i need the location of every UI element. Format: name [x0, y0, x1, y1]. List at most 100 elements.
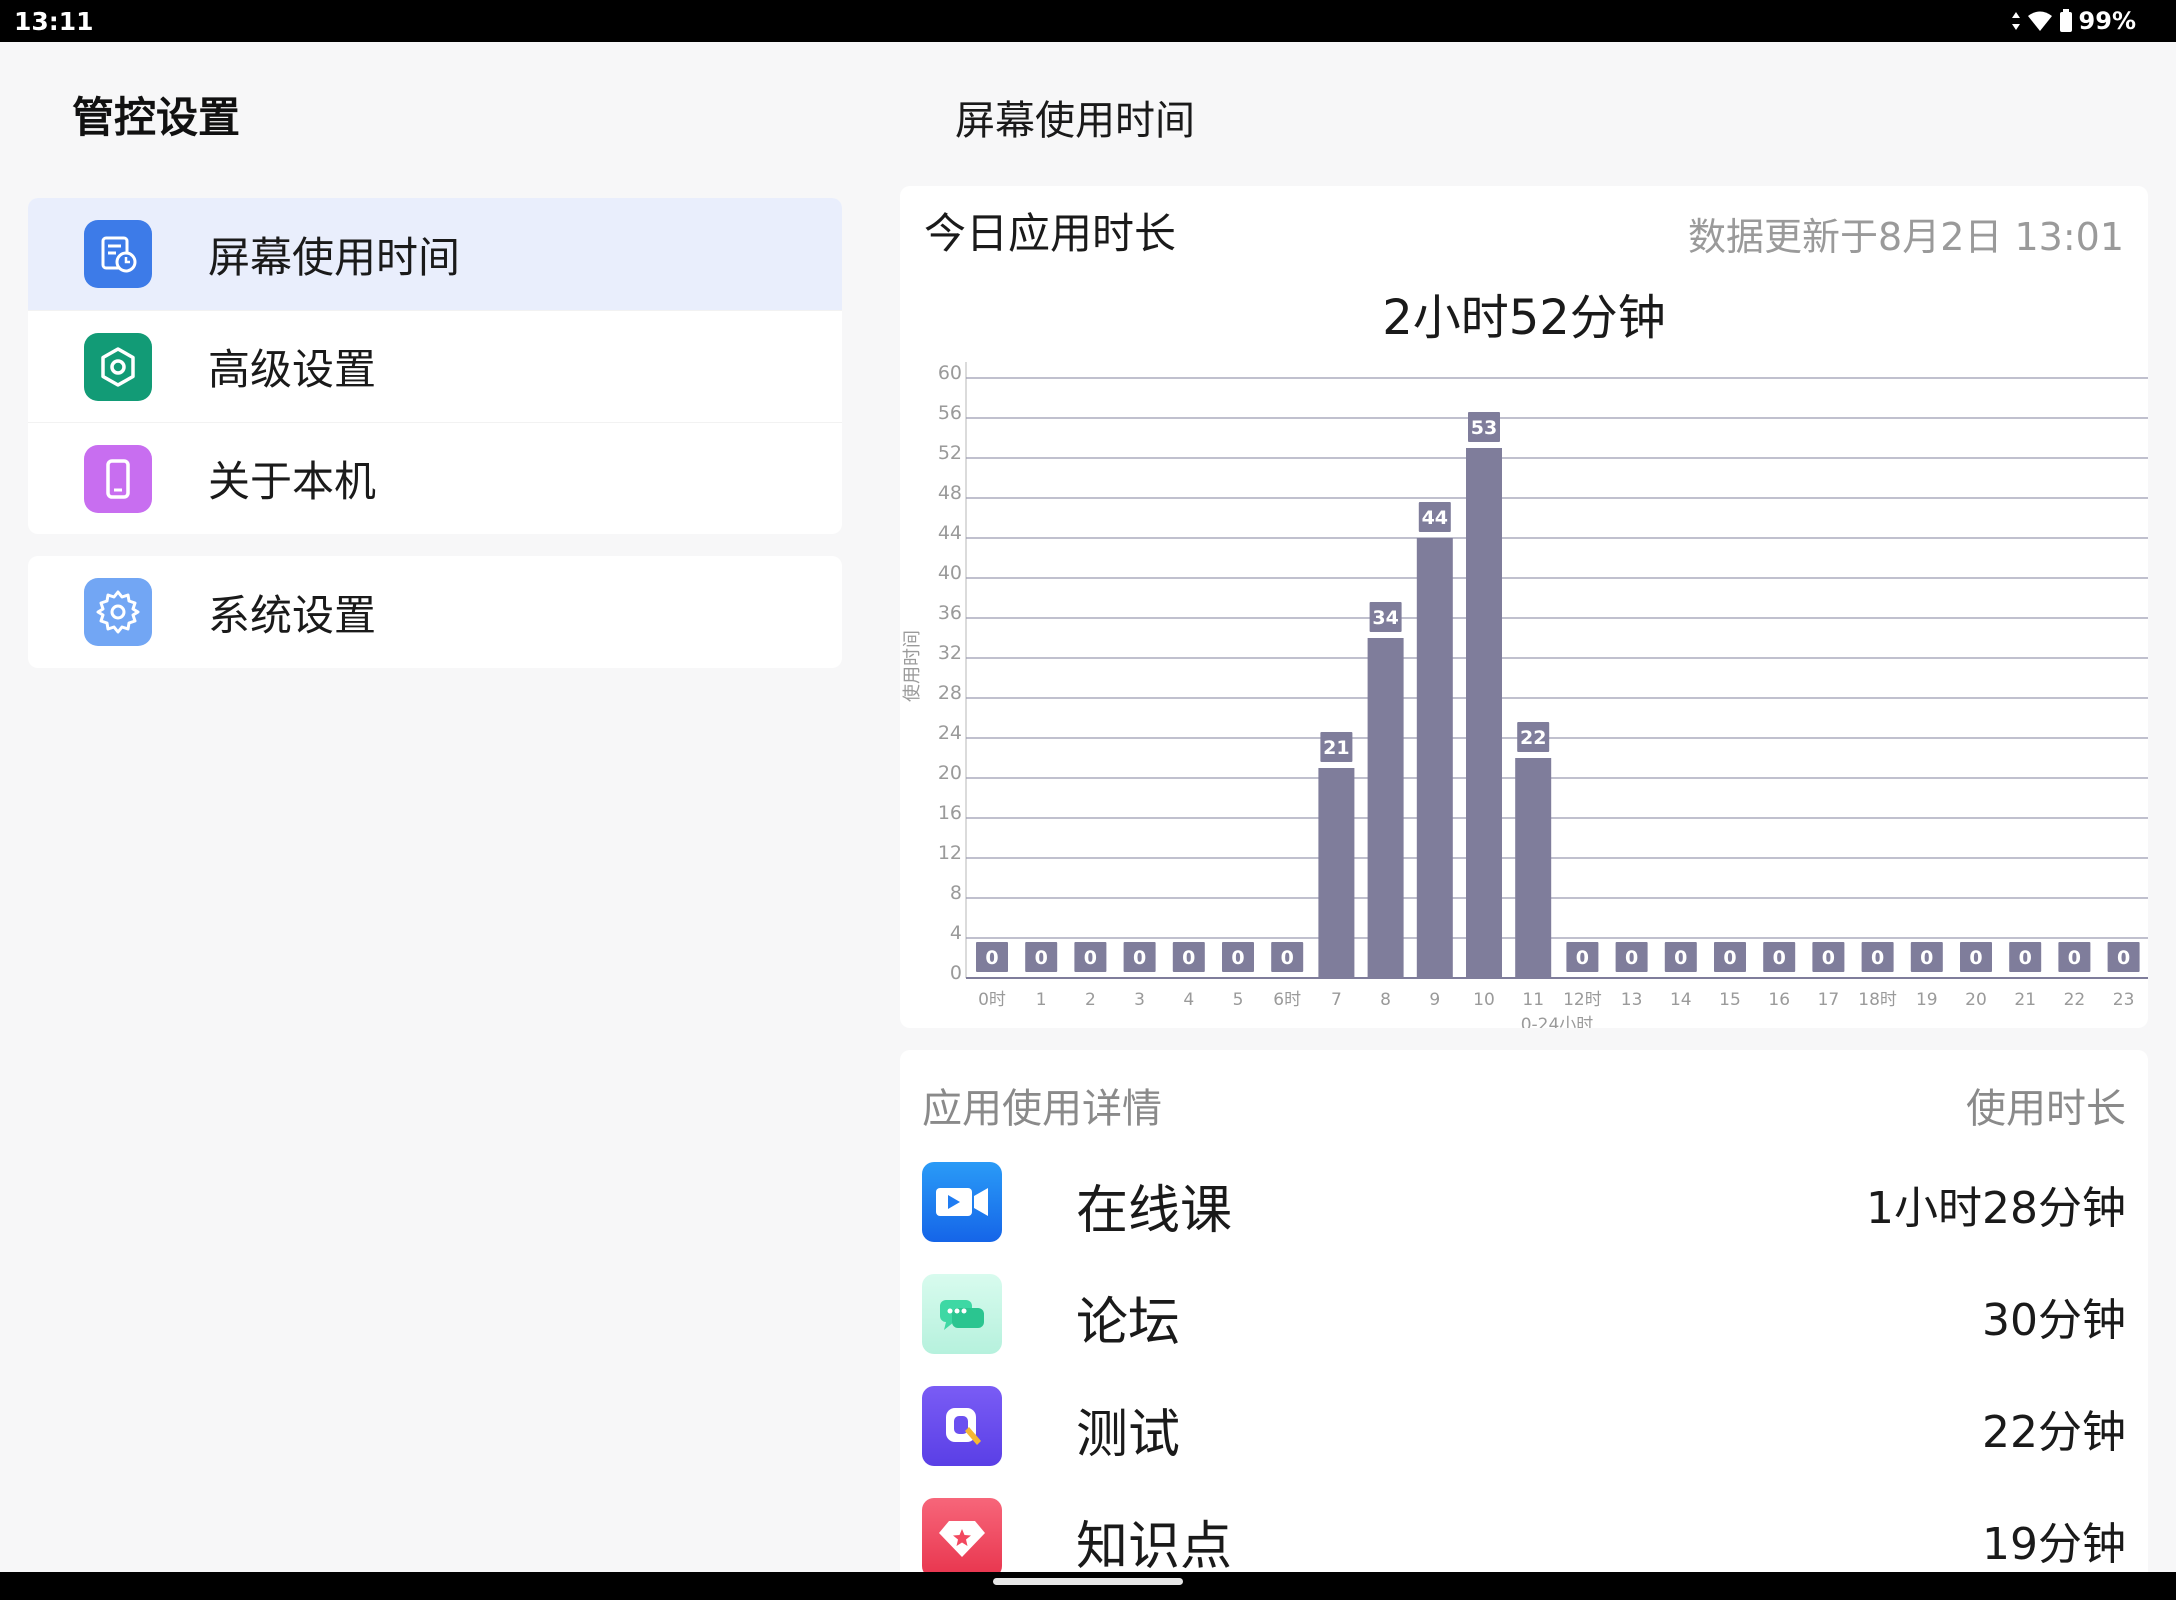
app-name: 论坛 — [1076, 1293, 1181, 1353]
sidebar-item-label: 高级设置 — [208, 345, 377, 394]
app-usage-header: 应用使用详情 — [922, 1086, 1162, 1132]
home-indicator[interactable] — [993, 1578, 1183, 1585]
y-tick-label: 32 — [938, 642, 962, 664]
x-tick-label: 23 — [2113, 990, 2135, 1010]
bar-value-label: 0 — [1133, 947, 1146, 969]
navigation-bar — [0, 1572, 2176, 1600]
chart-bar — [1367, 638, 1404, 978]
bar-value-label: 0 — [1576, 947, 1589, 969]
today-usage-card: 今日应用时长 数据更新于8月2日 13:01 2小时52分钟 0 4 8 12 16 20… — [900, 186, 2148, 1028]
x-tick-label: 21 — [2014, 990, 2036, 1010]
app-row-test[interactable]: 测试 22分钟 — [900, 1372, 2148, 1484]
bar-value-label: 44 — [1422, 507, 1448, 529]
y-tick-label: 48 — [938, 482, 962, 504]
bar-value-label: 0 — [1969, 947, 1982, 969]
page-title: 屏幕使用时间 — [955, 98, 1195, 144]
system-settings-icon — [84, 578, 152, 646]
y-tick-label: 4 — [950, 922, 962, 944]
data-arrows-icon — [2011, 11, 2021, 31]
hourly-usage-bar-chart: 04812162024283236404448525660使用时间00时0102… — [902, 362, 2148, 1028]
bar-value-label: 0 — [2068, 947, 2081, 969]
app-usage-list: 应用使用详情 使用时长 在线课 1小时28分钟 论坛 30分钟 测试 22分钟 … — [900, 1050, 2148, 1600]
x-tick-label: 13 — [1621, 990, 1643, 1010]
chat-bubbles-icon — [922, 1274, 1002, 1354]
x-tick-label: 16 — [1768, 990, 1790, 1010]
x-tick-label: 18时 — [1858, 990, 1897, 1010]
y-tick-label: 12 — [938, 842, 962, 864]
chart-bar — [1416, 538, 1453, 978]
app-row-forum[interactable]: 论坛 30分钟 — [900, 1260, 2148, 1372]
x-tick-label: 19 — [1916, 990, 1938, 1010]
x-tick-label: 11 — [1522, 990, 1544, 1010]
usage-duration-header: 使用时长 — [1966, 1086, 2126, 1132]
x-tick-label: 3 — [1134, 990, 1145, 1010]
bar-value-label: 22 — [1520, 727, 1546, 749]
app-name: 测试 — [1076, 1405, 1181, 1465]
bar-value-label: 0 — [1920, 947, 1933, 969]
app-usage-time: 19分钟 — [1982, 1519, 2126, 1570]
y-axis-label: 使用时间 — [902, 630, 923, 702]
bar-value-label: 0 — [1773, 947, 1786, 969]
x-tick-label: 10 — [1473, 990, 1495, 1010]
y-tick-label: 44 — [938, 522, 962, 544]
diamond-icon — [922, 1498, 1002, 1578]
y-tick-label: 28 — [938, 682, 962, 704]
x-tick-label: 2 — [1085, 990, 1096, 1010]
x-axis-label: 0-24小时 — [1521, 1015, 1594, 1028]
battery-icon — [2059, 9, 2073, 33]
x-tick-label: 12时 — [1563, 990, 1602, 1010]
sidebar-item-screen-time[interactable]: 屏幕使用时间 — [28, 198, 842, 310]
app-name: 知识点 — [1076, 1517, 1233, 1577]
video-camera-icon — [922, 1162, 1002, 1242]
chart-bar — [1318, 768, 1355, 978]
status-bar: 13:11 99% — [0, 0, 2176, 42]
y-tick-label: 52 — [938, 442, 962, 464]
bar-value-label: 0 — [1822, 947, 1835, 969]
y-tick-label: 20 — [938, 762, 962, 784]
x-tick-label: 0时 — [978, 990, 1006, 1010]
sidebar-menu-group: 屏幕使用时间 高级设置 关于本机 — [28, 198, 842, 534]
app-usage-time: 1小时28分钟 — [1866, 1183, 2126, 1234]
sidebar-item-label: 关于本机 — [208, 457, 377, 506]
app-name: 在线课 — [1076, 1181, 1233, 1241]
sidebar-item-about-device[interactable]: 关于本机 — [28, 422, 842, 534]
battery-percent: 99% — [2078, 7, 2136, 35]
y-tick-label: 40 — [938, 562, 962, 584]
quiz-icon — [922, 1386, 1002, 1466]
sidebar-item-advanced-settings[interactable]: 高级设置 — [28, 310, 842, 422]
chart-bar — [1466, 448, 1502, 978]
y-tick-label: 0 — [950, 962, 962, 984]
sidebar-title: 管控设置 — [72, 93, 241, 142]
about-device-icon — [84, 445, 152, 513]
bar-value-label: 0 — [2117, 947, 2130, 969]
y-tick-label: 56 — [938, 402, 962, 424]
advanced-settings-icon — [84, 333, 152, 401]
x-tick-label: 17 — [1818, 990, 1840, 1010]
sidebar-system-group: 系统设置 — [28, 556, 842, 668]
bar-value-label: 0 — [1035, 947, 1048, 969]
bar-value-label: 34 — [1372, 607, 1398, 629]
bar-value-label: 0 — [1674, 947, 1687, 969]
x-tick-label: 6时 — [1273, 990, 1301, 1010]
bar-value-label: 0 — [1625, 947, 1638, 969]
sidebar-item-label: 系统设置 — [208, 590, 377, 640]
bar-value-label: 0 — [1871, 947, 1884, 969]
bar-value-label: 0 — [1231, 947, 1244, 969]
x-tick-label: 15 — [1719, 990, 1741, 1010]
x-tick-label: 14 — [1670, 990, 1692, 1010]
bar-value-label: 0 — [1723, 947, 1736, 969]
wifi-icon — [2027, 10, 2053, 32]
y-tick-label: 24 — [938, 722, 962, 744]
status-indicators: 99% — [2011, 7, 2136, 35]
x-tick-label: 5 — [1233, 990, 1244, 1010]
sidebar-item-system-settings[interactable]: 系统设置 — [28, 556, 842, 668]
bar-value-label: 53 — [1471, 417, 1497, 439]
y-tick-label: 8 — [950, 882, 962, 904]
bar-value-label: 0 — [2019, 947, 2032, 969]
x-tick-label: 7 — [1331, 990, 1342, 1010]
x-tick-label: 20 — [1965, 990, 1987, 1010]
x-tick-label: 4 — [1183, 990, 1194, 1010]
x-tick-label: 8 — [1380, 990, 1391, 1010]
bar-value-label: 0 — [1182, 947, 1195, 969]
app-row-online-class[interactable]: 在线课 1小时28分钟 — [900, 1148, 2148, 1260]
